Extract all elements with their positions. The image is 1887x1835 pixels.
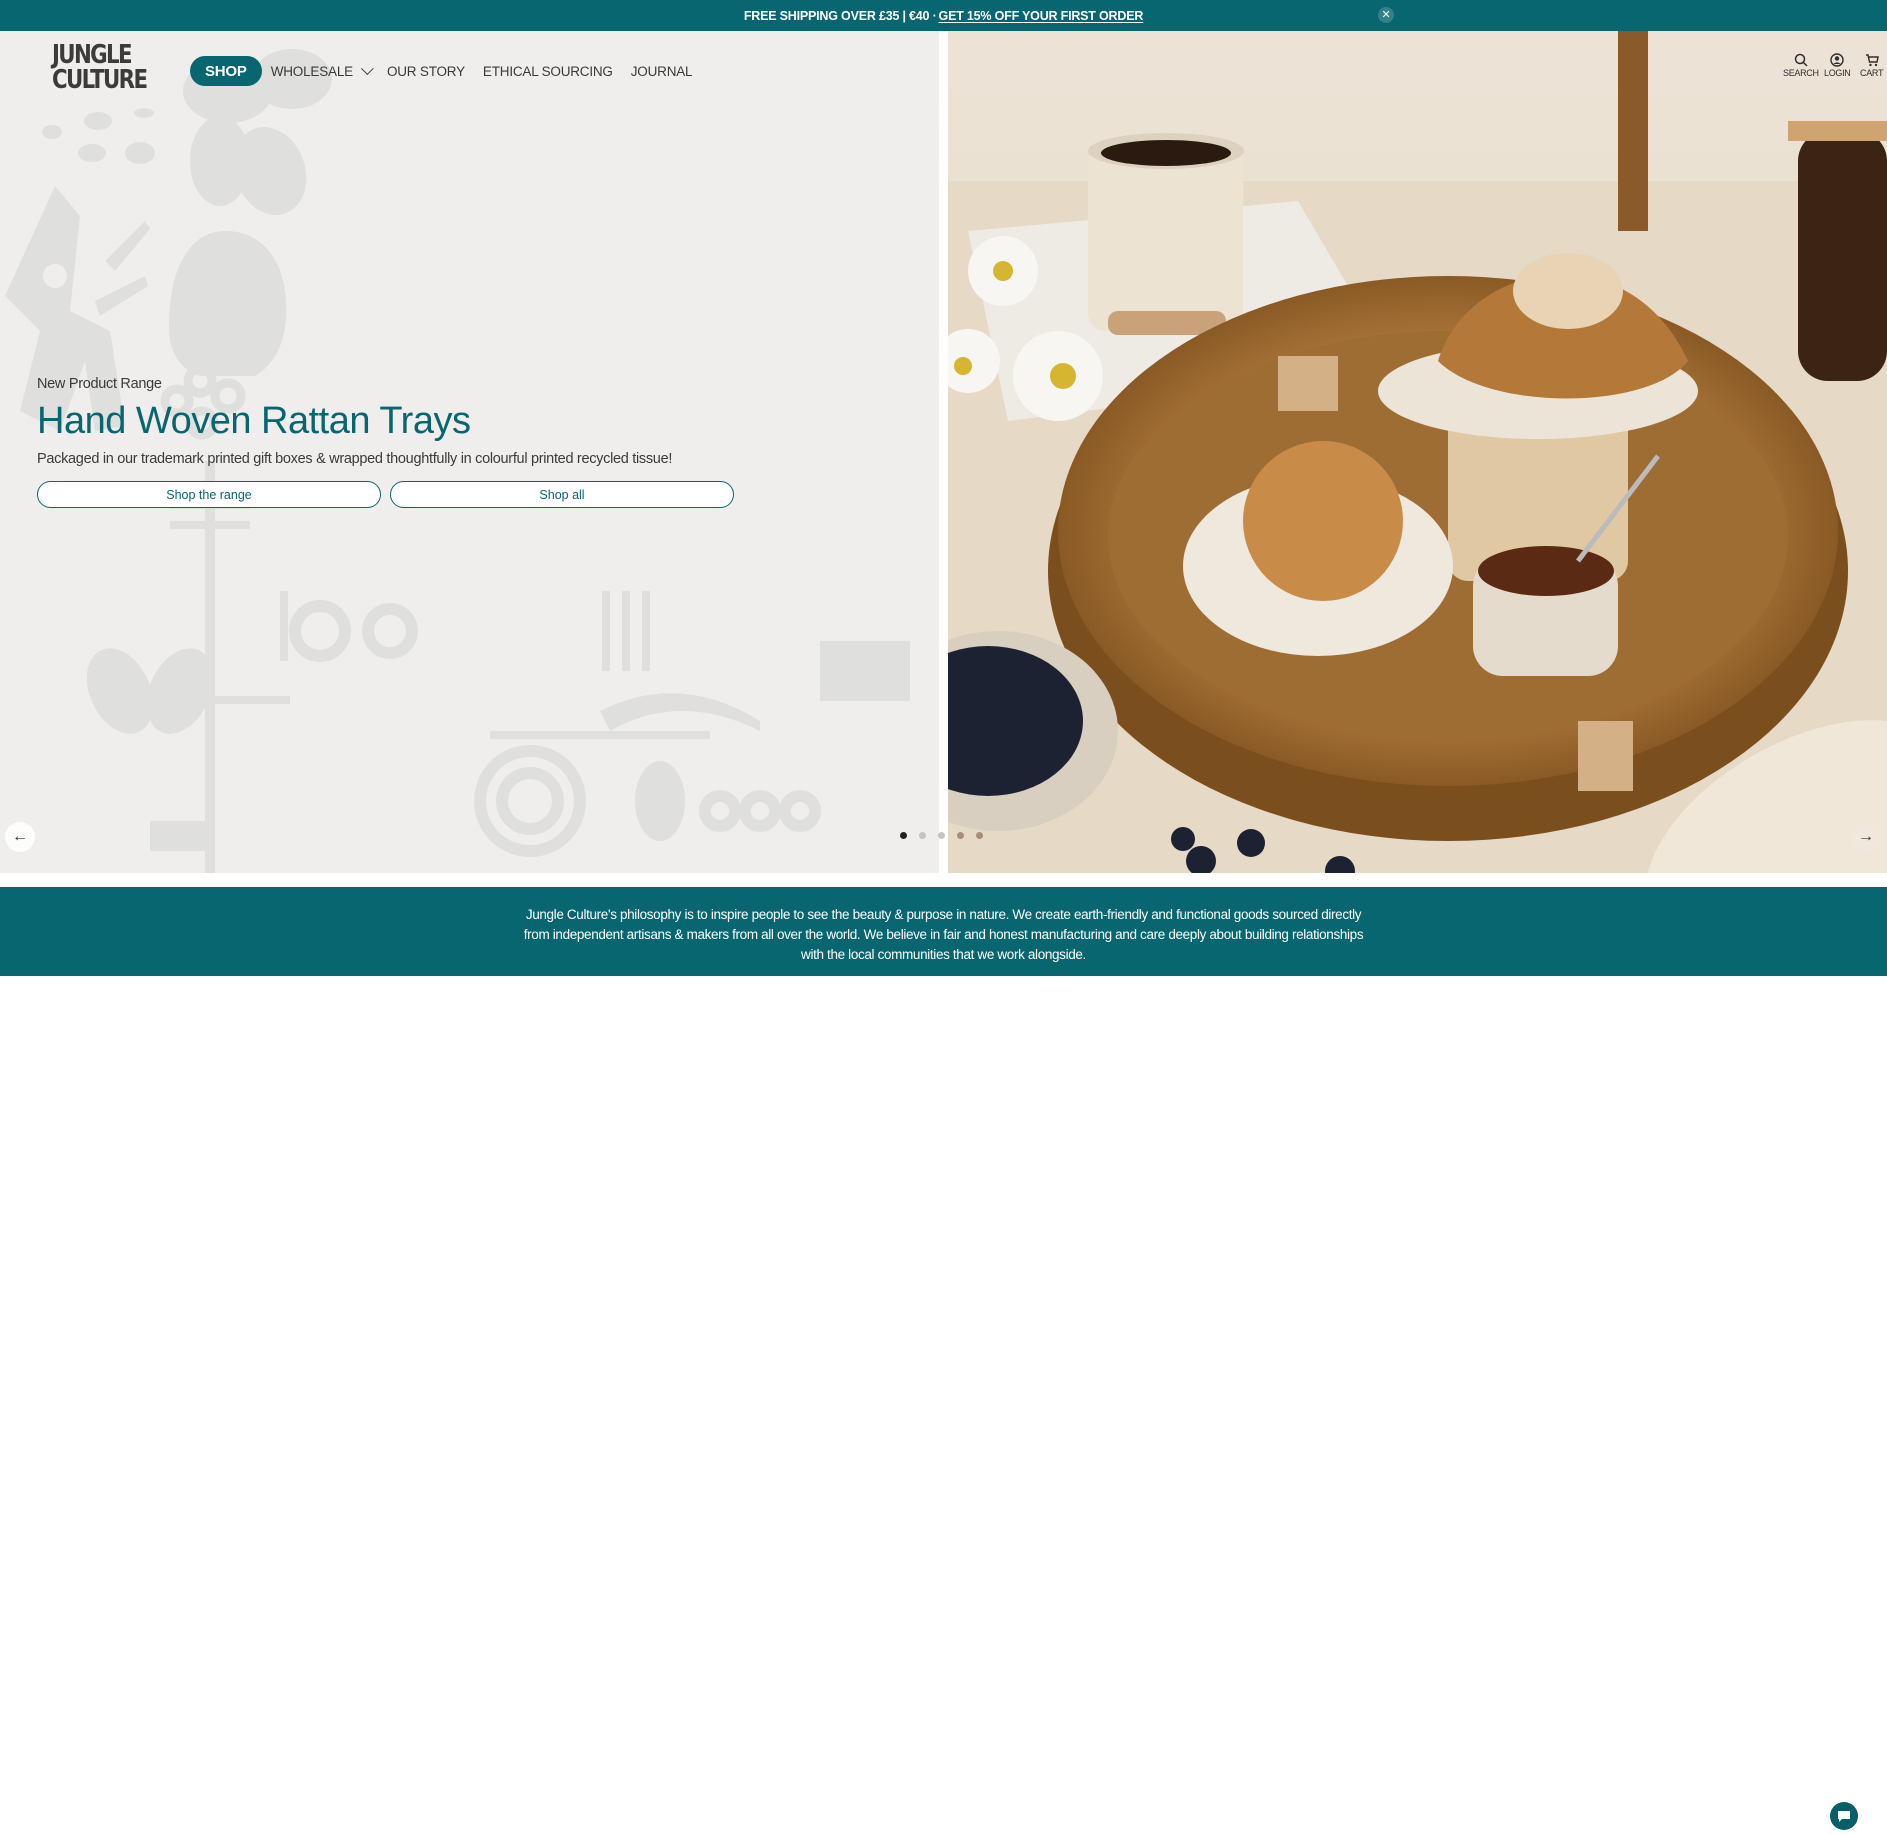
chat-icon [1830, 1802, 1858, 1830]
about-text: Jungle Culture's philosophy is to inspir… [523, 907, 1364, 962]
cart-label: CART [1860, 68, 1884, 78]
nav-item-label: WHOLESALE [270, 63, 353, 79]
close-icon[interactable]: ✕ [1378, 7, 1394, 23]
chevron-down-icon [360, 61, 374, 75]
user-icon [1830, 53, 1844, 67]
announcement-bar: FREE SHIPPING OVER £35 | €40 · GET 15% O… [0, 0, 1887, 31]
next-slide-button[interactable]: → [1851, 822, 1881, 852]
nav-item-ethical-sourcing[interactable]: ETHICAL SOURCING [483, 64, 613, 79]
search-label: SEARCH [1783, 68, 1819, 78]
search-icon [1794, 53, 1808, 67]
about-section: Jungle Culture's philosophy is to inspir… [0, 887, 1887, 1830]
nav-item-journal[interactable]: JOURNAL [631, 64, 693, 79]
login-label: LOGIN [1824, 68, 1851, 78]
arrow-right-icon: → [1858, 828, 1874, 845]
shop-all-button[interactable]: Shop all [390, 481, 734, 508]
slide-dot-5[interactable] [976, 832, 983, 839]
leaf-decoration [169, 231, 287, 376]
nav-item-our-story[interactable]: OUR STORY [387, 64, 465, 79]
announcement-text: FREE SHIPPING OVER £35 | €40 · [743, 8, 937, 23]
arrow-left-icon: ← [12, 828, 28, 845]
slide-dot-1[interactable] [900, 832, 907, 839]
nav-item-label: SHOP [205, 62, 247, 80]
chat-button[interactable] [1830, 1802, 1858, 1830]
hero-content: New Product Range Hand Woven Rattan Tray… [37, 376, 917, 508]
slide-pagination [900, 832, 983, 839]
logo-line-2: CULTURE [52, 65, 148, 95]
login-button[interactable]: LOGIN [1824, 53, 1851, 78]
nav-item-wholesale[interactable]: WHOLESALE [270, 61, 374, 79]
hero-eyebrow: New Product Range [37, 376, 162, 392]
promo-link[interactable]: GET 15% OFF YOUR FIRST ORDER [939, 9, 1144, 23]
slide-dot-3[interactable] [938, 832, 945, 839]
prev-slide-button[interactable]: ← [5, 822, 35, 852]
hero-slider: JUNGLE CULTURE SHOP WHOLESALE OUR STORY … [0, 31, 1887, 873]
slide-dot-2[interactable] [919, 832, 926, 839]
hero-subtitle: Packaged in our trademark printed gift b… [37, 451, 673, 467]
nav-item-label: JOURNAL [630, 63, 693, 79]
hero-buttons: Shop the range Shop all [37, 481, 917, 508]
main-nav: SHOP WHOLESALE OUR STORY ETHICAL SOURCIN… [190, 56, 710, 86]
rattan-tray-photo [948, 31, 1887, 873]
nav-item-label: OUR STORY [386, 63, 465, 79]
cart-icon [1865, 54, 1879, 67]
nav-item-label: ETHICAL SOURCING [482, 63, 613, 79]
logo[interactable]: JUNGLE CULTURE [52, 42, 148, 99]
hero-image [948, 31, 1887, 873]
hero-text-panel: JUNGLE CULTURE SHOP WHOLESALE OUR STORY … [0, 31, 939, 873]
cart-button[interactable]: CART [1860, 53, 1883, 78]
shop-the-range-button[interactable]: Shop the range [37, 481, 381, 508]
hero-title: Hand Woven Rattan Trays [37, 400, 471, 442]
search-button[interactable]: SEARCH [1783, 53, 1819, 78]
slide-dot-4[interactable] [957, 832, 964, 839]
nav-item-shop[interactable]: SHOP [190, 56, 262, 86]
